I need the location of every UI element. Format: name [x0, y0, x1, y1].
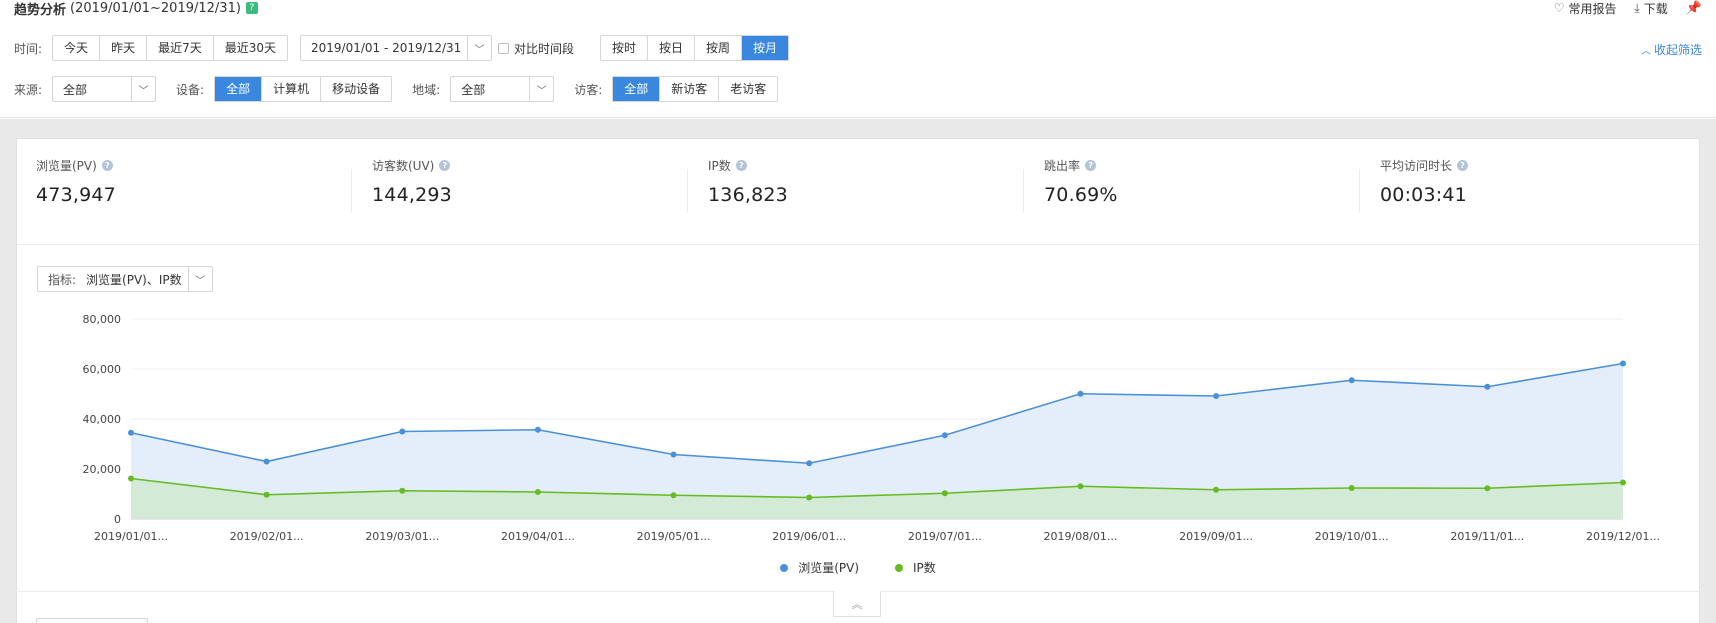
chart-legend: 浏览量(PV) IP数 [0, 559, 1716, 576]
series-point-1 [1484, 485, 1491, 492]
series-point-0 [806, 460, 813, 467]
series-point-1 [1077, 483, 1084, 490]
trend-chart: 0 20,000 40,000 60,000 80,000 2019/01/01... 20… [83, 313, 1660, 543]
x-tick-label: 2019/11/01... [1450, 530, 1524, 543]
x-tick-label: 2019/05/01... [637, 530, 711, 543]
series-point-0 [128, 429, 134, 436]
series-point-0 [1213, 393, 1220, 399]
series-point-0 [1077, 390, 1084, 397]
series-point-0 [1484, 383, 1491, 390]
series-point-1 [1348, 485, 1355, 491]
double-chevron-up-icon[interactable]: ︽ [833, 591, 881, 617]
next-section-control [36, 618, 148, 623]
x-tick-label: 2019/12/01... [1586, 530, 1660, 543]
series-point-1 [806, 494, 813, 501]
y-tick-label: 20,000 [83, 463, 122, 476]
series-point-0 [399, 428, 406, 435]
series-point-0 [263, 458, 270, 465]
series-point-1 [941, 490, 948, 497]
series-point-1 [263, 491, 270, 498]
y-tick-label: 0 [114, 513, 121, 526]
legend-label-ip: IP数 [913, 561, 936, 575]
series-point-1 [1620, 479, 1626, 486]
y-tick-label: 80,000 [83, 313, 122, 326]
x-tick-label: 2019/04/01... [501, 530, 575, 543]
x-tick-label: 2019/02/01... [230, 530, 304, 543]
y-tick-label: 40,000 [83, 413, 122, 426]
series-point-0 [670, 451, 677, 458]
legend-dot-pv [780, 563, 789, 572]
legend-dot-ip [895, 563, 904, 572]
series-point-0 [1620, 360, 1626, 367]
series-point-1 [399, 487, 406, 494]
x-tick-label: 2019/10/01... [1315, 530, 1389, 543]
legend-label-pv: 浏览量(PV) [798, 561, 860, 575]
series-point-0 [534, 426, 541, 433]
x-tick-label: 2019/01/01... [94, 530, 168, 543]
x-tick-label: 2019/08/01... [1044, 530, 1118, 543]
series-point-1 [534, 489, 541, 495]
x-tick-label: 2019/06/01... [772, 530, 846, 543]
x-tick-label: 2019/09/01... [1179, 530, 1253, 543]
legend-item-ip[interactable]: IP数 [895, 559, 936, 576]
x-tick-label: 2019/07/01... [908, 530, 982, 543]
series-point-1 [670, 492, 677, 499]
series-point-0 [1348, 377, 1355, 384]
x-tick-label: 2019/03/01... [365, 530, 439, 543]
legend-item-pv[interactable]: 浏览量(PV) [780, 559, 859, 576]
series-point-0 [941, 432, 948, 439]
series-point-1 [1213, 486, 1220, 493]
y-tick-label: 60,000 [83, 363, 122, 376]
series-point-1 [128, 475, 134, 482]
